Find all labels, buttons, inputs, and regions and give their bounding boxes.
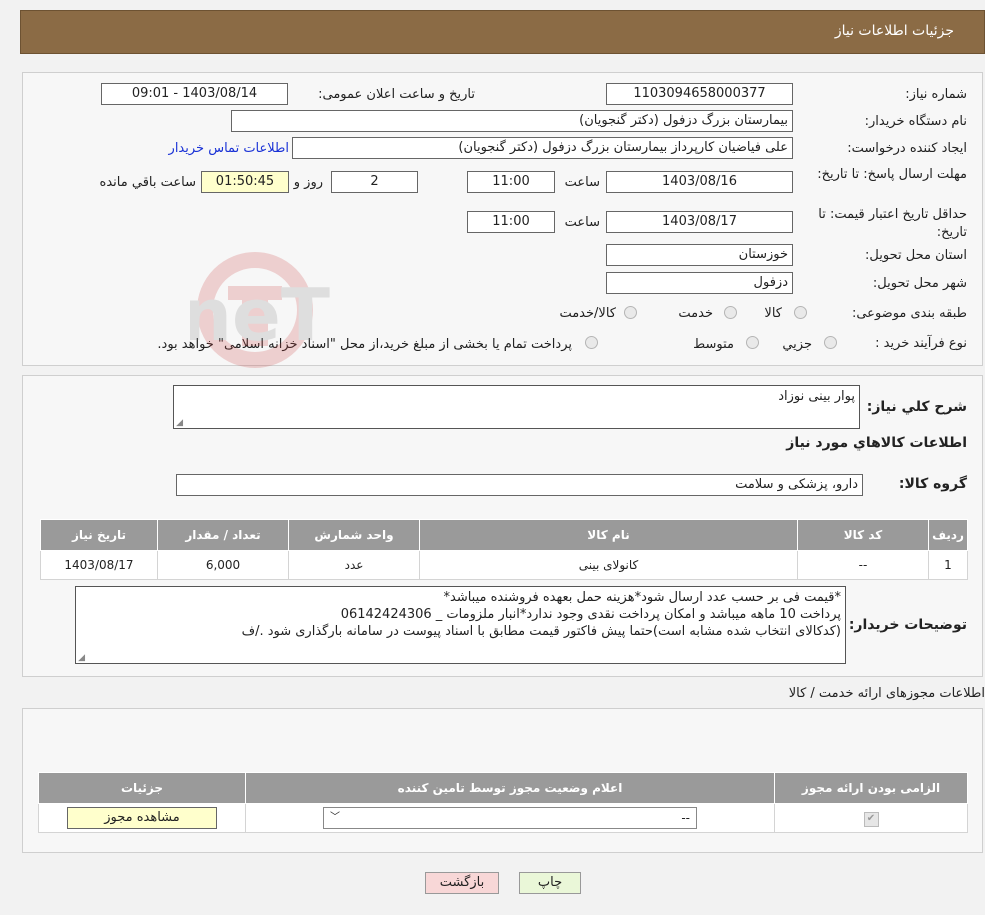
goods-group-field: دارو، پزشکی و سلامت	[176, 474, 863, 496]
license-required-checkbox[interactable]: ✔	[863, 811, 879, 827]
notes-line-1: *قیمت فی بر حسب عدد ارسال شود*هزینه حمل …	[443, 590, 842, 605]
summary-textarea: پوار بینی نوزاد ◢	[173, 385, 860, 429]
announce-field: 1403/08/14 - 09:01	[101, 83, 288, 105]
licenses-table: الزامی بودن ارائه مجوز اعلام وضعیت مجوز …	[38, 772, 968, 833]
buyer-contact-link[interactable]: اطلاعات تماس خریدار	[169, 141, 289, 156]
col-row: رديف	[928, 519, 968, 551]
cell-row: 1	[928, 550, 968, 580]
cell-name: کانولای بینی	[419, 550, 798, 580]
col-license-details: جزئیات	[38, 772, 246, 804]
city-label: شهر محل تحویل:	[872, 276, 967, 291]
view-license-button[interactable]: مشاهده مجوز	[67, 807, 217, 829]
cell-license-status: -- ﹀	[245, 803, 775, 833]
table-row: 1 -- کانولای بینی عدد 6,000 1403/08/17	[40, 550, 968, 580]
page-title: جزئیات اطلاعات نیاز	[834, 23, 954, 39]
reply-time-field: 11:00	[467, 171, 555, 193]
process-radio-minor[interactable]	[824, 336, 837, 349]
notes-line-2: پرداخت 10 ماهه میباشد و امکان پرداخت نقد…	[340, 607, 841, 622]
table-row: ✔ -- ﹀ مشاهده مجوز	[38, 803, 968, 833]
col-license-status: اعلام وضعیت مجوز توسط تامین کننده	[245, 772, 775, 804]
license-status-select[interactable]: -- ﹀	[323, 807, 697, 829]
col-unit: واحد شمارش	[288, 519, 420, 551]
category-radio-goods[interactable]	[794, 306, 807, 319]
licenses-table-header: الزامی بودن ارائه مجوز اعلام وضعیت مجوز …	[38, 772, 968, 804]
remaining-time-label: ساعت باقي مانده	[99, 175, 196, 190]
licenses-title: اطلاعات مجوزهای ارائه خدمت / کالا	[788, 686, 985, 701]
buyer-notes-label: توضیحات خریدار:	[848, 617, 967, 633]
col-license-required: الزامی بودن ارائه مجوز	[774, 772, 968, 804]
reply-time-label: ساعت	[564, 175, 600, 190]
need-number-label: شماره نیاز:	[905, 87, 967, 102]
buyer-notes-textarea: *قیمت فی بر حسب عدد ارسال شود*هزینه حمل …	[75, 586, 846, 664]
need-number-field: 1103094658000377	[606, 83, 793, 105]
goods-table: رديف کد کالا نام کالا واحد شمارش تعداد /…	[40, 519, 968, 580]
reply-date-field: 1403/08/16	[606, 171, 793, 193]
price-time-field: 11:00	[467, 211, 555, 233]
col-code: کد کالا	[797, 519, 929, 551]
watermark-logo: AriaTender.neT	[190, 252, 330, 368]
remaining-time-field: 01:50:45	[201, 171, 289, 193]
cell-quantity: 6,000	[157, 550, 289, 580]
days-label: روز و	[293, 175, 323, 190]
resize-grip-icon[interactable]: ◢	[176, 419, 183, 428]
goods-info-title: اطلاعات کالاهاي مورد نياز	[786, 435, 967, 451]
chevron-down-icon: ﹀	[330, 812, 340, 823]
buyer-org-label: نام دستگاه خریدار:	[864, 114, 967, 129]
col-name: نام کالا	[419, 519, 798, 551]
cell-license-required: ✔	[774, 803, 968, 833]
cell-date: 1403/08/17	[40, 550, 158, 580]
days-field: 2	[331, 171, 418, 193]
back-button[interactable]: بازگشت	[425, 872, 499, 894]
goods-group-label: گروه کالا:	[898, 476, 967, 492]
buyer-org-field: بیمارستان بزرگ دزفول (دکتر گنجویان)	[231, 110, 793, 132]
cell-license-details: مشاهده مجوز	[38, 803, 246, 833]
category-label: طبقه بندی موضوعی:	[851, 306, 967, 321]
price-validity-label: حداقل تاریخ اعتبار قیمت: تا تاریخ:	[818, 207, 967, 240]
page-header: جزئیات اطلاعات نیاز	[20, 10, 985, 54]
notes-line-3: (کدکالای انتخاب شده مشابه است)حتما پیش ف…	[241, 624, 841, 639]
col-date: تاریخ نیاز	[40, 519, 158, 551]
watermark-text: AriaTender.neT	[190, 273, 330, 357]
price-time-label: ساعت	[564, 215, 600, 230]
col-quantity: تعداد / مقدار	[157, 519, 289, 551]
summary-label: شرح کلي نياز:	[866, 399, 967, 415]
province-label: استان محل تحویل:	[865, 248, 967, 263]
requester-field: علی فیاضیان کارپرداز بیمارستان بزرگ دزفو…	[292, 137, 793, 159]
cell-code: --	[797, 550, 929, 580]
cell-unit: عدد	[288, 550, 420, 580]
resize-grip-icon[interactable]: ◢	[78, 654, 85, 663]
print-button[interactable]: چاپ	[519, 872, 581, 894]
announce-label: تاریخ و ساعت اعلان عمومی:	[318, 87, 475, 102]
summary-text: پوار بینی نوزاد	[778, 389, 855, 404]
reply-deadline-label: مهلت ارسال پاسخ: تا تاریخ:	[817, 167, 967, 182]
process-label: نوع فرآیند خرید :	[875, 336, 967, 351]
price-date-field: 1403/08/17	[606, 211, 793, 233]
requester-label: ایجاد کننده درخواست:	[847, 141, 967, 156]
license-status-value: --	[681, 811, 690, 825]
goods-table-header: رديف کد کالا نام کالا واحد شمارش تعداد /…	[40, 519, 968, 551]
